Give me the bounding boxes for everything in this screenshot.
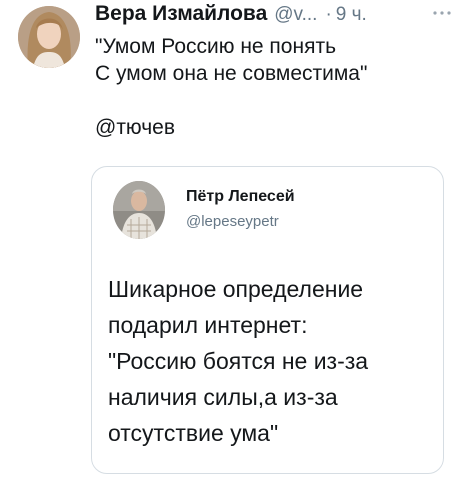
separator-dot: ·	[325, 4, 332, 25]
tweet-text-line: С умом она не совместима"	[95, 62, 368, 85]
tweet-header: Вера Измайлова @v... · 9 ч.	[95, 2, 367, 28]
quoted-text-line: отсутствие ума"	[108, 420, 279, 446]
more-dots-icon[interactable]	[431, 6, 453, 20]
quoted-text-line: "Россию боятся не из-за	[108, 348, 369, 374]
tweet-text-line: "Умом Россию не понять	[95, 35, 337, 58]
quoted-author-name[interactable]: Пётр Лепесей	[186, 188, 295, 206]
quoted-text-line: подарил интернет:	[108, 312, 308, 338]
author-name[interactable]: Вера Измайлова	[95, 2, 267, 26]
tweet-timestamp[interactable]: 9 ч.	[336, 4, 367, 26]
author-handle[interactable]: @v...	[274, 4, 317, 26]
author-photo	[18, 6, 80, 68]
quoted-tweet-text: Шикарное определение подарил интернет: "…	[108, 271, 438, 451]
tweet-text-line: @тючев	[95, 116, 176, 139]
quoted-author-handle[interactable]: @lepeseypetr	[186, 213, 279, 230]
quoted-author-avatar[interactable]	[113, 181, 165, 239]
quoted-tweet[interactable]: Пётр Лепесей @lepeseypetr Шикарное опред…	[91, 166, 444, 474]
quoted-text-line: наличия силы,а из-за	[108, 384, 338, 410]
quoted-text-line: Шикарное определение	[108, 276, 364, 302]
author-avatar[interactable]	[18, 6, 80, 68]
tweet: Вера Измайлова @v... · 9 ч. "Умом Россию…	[0, 0, 472, 480]
quoted-author-photo	[113, 181, 165, 239]
tweet-text: "Умом Россию не понять С умом она не сов…	[95, 33, 455, 141]
